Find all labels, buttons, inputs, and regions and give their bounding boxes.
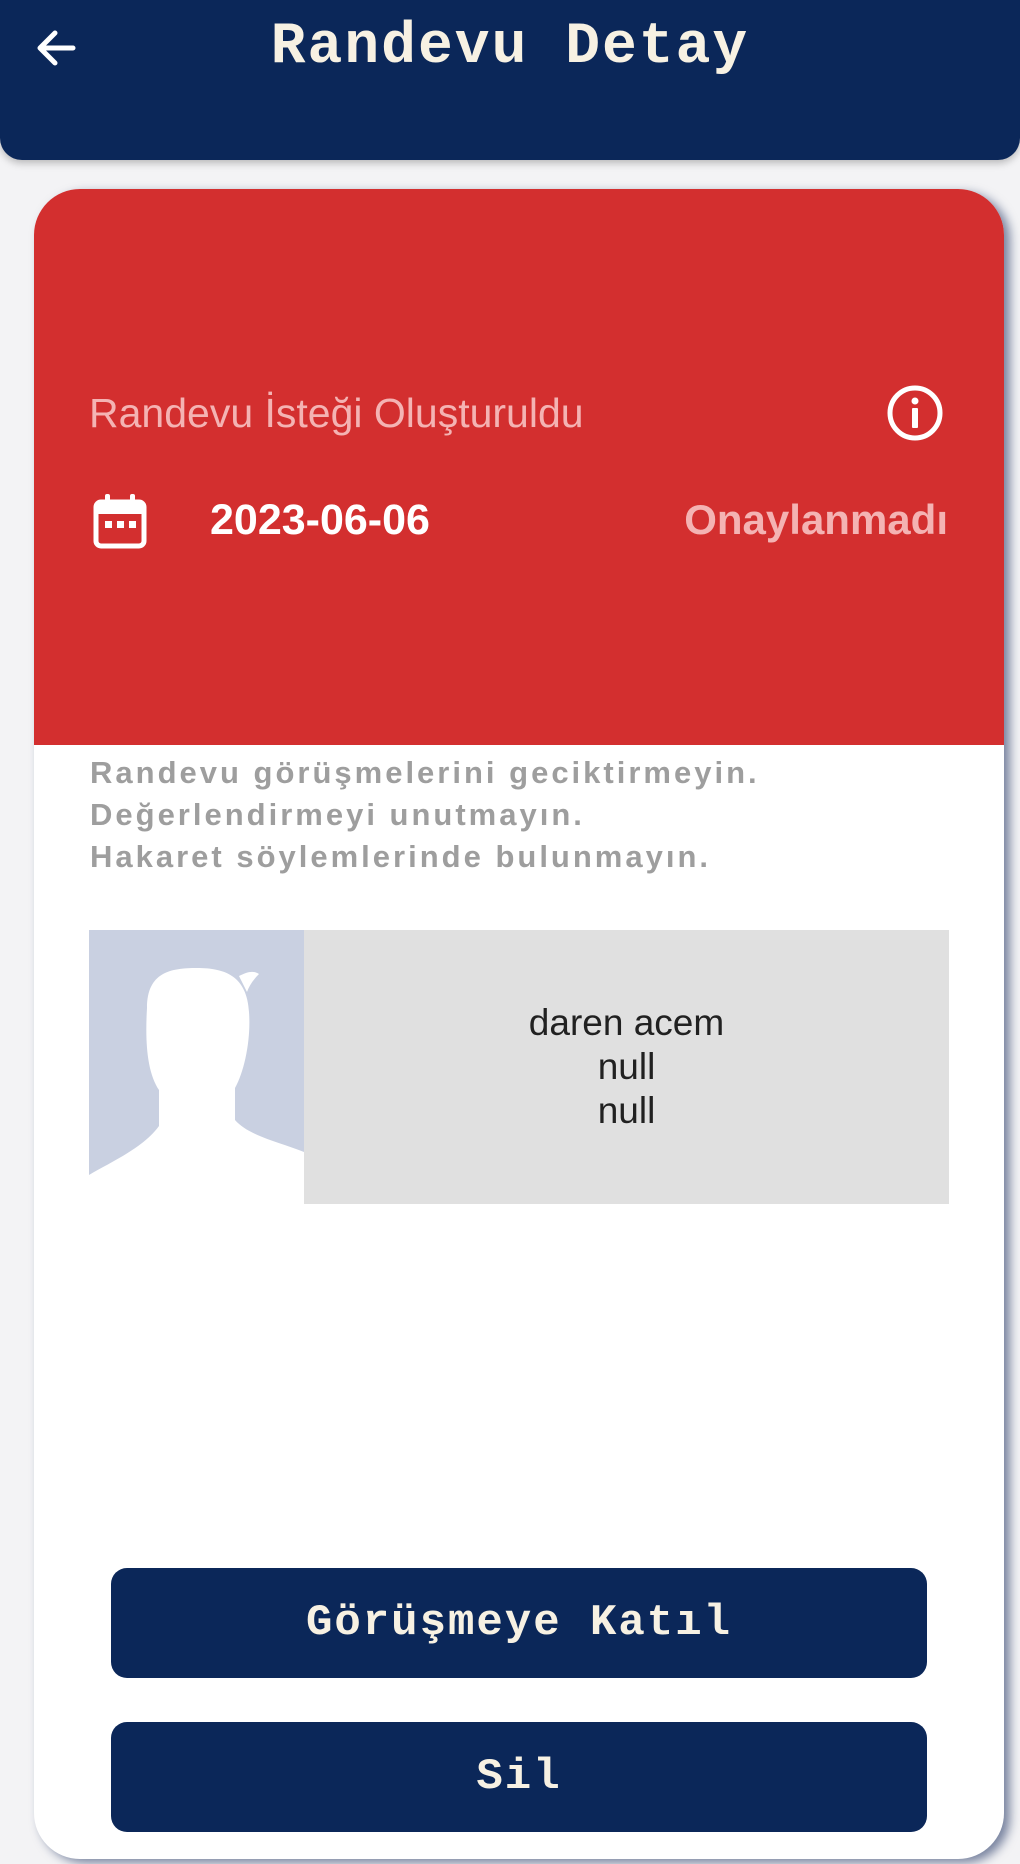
appointment-header: Randevu İsteği Oluşturuldu 2023-06-06 On…	[34, 189, 1004, 745]
profile-row: daren acem null null	[89, 930, 949, 1204]
join-meeting-button[interactable]: Görüşmeye Katıl	[111, 1568, 927, 1678]
note-line: Hakaret söylemlerinde bulunmayın.	[90, 839, 712, 874]
approval-status: Onaylanmadı	[684, 496, 948, 543]
avatar	[89, 930, 304, 1204]
appointment-status-title: Randevu İsteği Oluşturuldu	[89, 390, 584, 436]
page-title: Randevu Detay	[270, 15, 750, 80]
appointment-date: 2023-06-06	[210, 496, 430, 544]
profile-detail: null	[597, 1046, 656, 1087]
delete-button[interactable]: Sil	[111, 1722, 927, 1832]
profile-name: daren acem	[528, 1002, 725, 1043]
note-line: Randevu görüşmelerini geciktirmeyin.	[90, 755, 760, 790]
person-silhouette-icon	[89, 930, 304, 1204]
app-bar: Randevu Detay	[0, 0, 1020, 160]
note-line: Değerlendirmeyi unutmayın.	[90, 797, 585, 832]
appointment-card: Randevu İsteği Oluşturuldu 2023-06-06 On…	[34, 189, 1004, 1859]
notes-list: Randevu görüşmelerini geciktirmeyin. Değ…	[90, 752, 760, 878]
profile-info: daren acem null null	[304, 930, 949, 1204]
info-icon[interactable]	[886, 384, 944, 442]
calendar-icon	[93, 494, 147, 549]
profile-detail: null	[597, 1090, 656, 1131]
